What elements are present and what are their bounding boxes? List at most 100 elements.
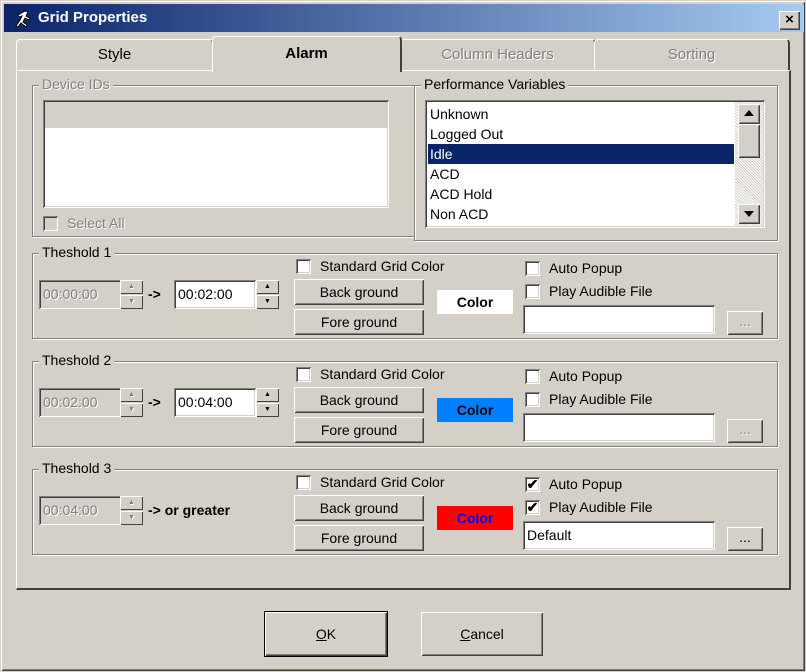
threshold-2-group: Theshold 2 00:02:00 ▲ ▼ -> 00:04:00 ▲ ▼ … bbox=[32, 352, 778, 447]
threshold-1-arrow: -> bbox=[148, 286, 161, 302]
close-icon: × bbox=[785, 11, 794, 28]
threshold-1-play-audible-checkbox[interactable] bbox=[525, 284, 540, 299]
tab-label: Style bbox=[97, 46, 132, 63]
spin-down-icon[interactable]: ▼ bbox=[120, 511, 143, 525]
arrow-down-icon bbox=[744, 211, 754, 217]
threshold-2-arrow: -> bbox=[148, 394, 161, 410]
threshold-1-fore-ground-button[interactable]: Fore ground bbox=[294, 309, 424, 335]
grid-properties-window: Grid Properties × Style Alarm Column Hea… bbox=[0, 0, 806, 672]
threshold-3-audible-file-field[interactable]: Default bbox=[523, 521, 715, 550]
standard-grid-color-label: Standard Grid Color bbox=[320, 366, 445, 382]
threshold-3-from-spinner[interactable]: ▲ ▼ bbox=[120, 496, 143, 525]
ok-accel: O bbox=[315, 626, 327, 642]
play-audible-file-label: Play Audible File bbox=[549, 283, 653, 299]
tab-sorting[interactable]: Sorting bbox=[594, 39, 790, 71]
threshold-2-to-spinner[interactable]: ▲ ▼ bbox=[256, 388, 279, 417]
standard-grid-color-label: Standard Grid Color bbox=[320, 474, 445, 490]
threshold-3-browse-button[interactable]: ... bbox=[727, 527, 763, 551]
play-audible-file-label: Play Audible File bbox=[549, 499, 653, 515]
auto-popup-label: Auto Popup bbox=[549, 476, 623, 492]
performance-variables-list[interactable]: Unknown Logged Out Idle ACD ACD Hold Non… bbox=[425, 100, 765, 228]
close-button[interactable]: × bbox=[779, 11, 800, 30]
running-figure-icon bbox=[15, 10, 31, 28]
standard-grid-color-label: Standard Grid Color bbox=[320, 258, 445, 274]
ok-label-rest: K bbox=[326, 626, 337, 642]
threshold-1-group: Theshold 1 00:00:00 ▲ ▼ -> 00:02:00 ▲ ▼ … bbox=[32, 244, 778, 339]
tab-alarm[interactable]: Alarm bbox=[212, 36, 402, 72]
spin-down-icon[interactable]: ▼ bbox=[256, 295, 279, 309]
scroll-thumb[interactable] bbox=[738, 124, 760, 158]
threshold-1-back-ground-button[interactable]: Back ground bbox=[294, 279, 424, 305]
threshold-1-browse-button[interactable]: ... bbox=[727, 311, 763, 335]
threshold-2-legend: Theshold 2 bbox=[39, 352, 115, 368]
threshold-2-standard-grid-color-checkbox[interactable] bbox=[296, 367, 311, 382]
performance-variables-legend: Performance Variables bbox=[421, 76, 569, 92]
threshold-3-from-field[interactable]: 00:04:00 bbox=[39, 496, 121, 525]
performance-variables-group: Performance Variables Unknown Logged Out… bbox=[414, 76, 778, 241]
title-bar[interactable]: Grid Properties × bbox=[4, 4, 804, 32]
threshold-1-color-swatch: Color bbox=[437, 290, 513, 314]
arrow-up-icon bbox=[744, 110, 754, 116]
threshold-1-to-spinner[interactable]: ▲ ▼ bbox=[256, 280, 279, 309]
threshold-3-auto-popup-checkbox[interactable]: ✔ bbox=[525, 477, 540, 492]
alarm-tab-panel: Device IDs Select All Performance Variab… bbox=[16, 70, 791, 590]
tab-column-headers[interactable]: Column Headers bbox=[400, 39, 596, 71]
window-title: Grid Properties bbox=[38, 9, 148, 26]
spin-down-icon[interactable]: ▼ bbox=[120, 295, 143, 309]
threshold-3-group: Theshold 3 00:04:00 ▲ ▼ -> or greater St… bbox=[32, 460, 778, 555]
cancel-accel: C bbox=[460, 626, 471, 642]
list-item[interactable]: ACD Hold bbox=[428, 184, 734, 204]
spin-up-icon[interactable]: ▲ bbox=[256, 388, 279, 402]
threshold-1-from-spinner[interactable]: ▲ ▼ bbox=[120, 280, 143, 309]
threshold-1-from-field[interactable]: 00:00:00 bbox=[39, 280, 121, 309]
threshold-3-legend: Theshold 3 bbox=[39, 460, 115, 476]
threshold-3-fore-ground-button[interactable]: Fore ground bbox=[294, 525, 424, 551]
threshold-2-fore-ground-button[interactable]: Fore ground bbox=[294, 417, 424, 443]
tab-style[interactable]: Style bbox=[16, 39, 214, 71]
spin-up-icon[interactable]: ▲ bbox=[120, 496, 143, 510]
list-item[interactable]: Non ACD bbox=[428, 204, 734, 224]
tab-label: Sorting bbox=[667, 46, 716, 63]
scrollbar[interactable] bbox=[735, 102, 763, 226]
spin-down-icon[interactable]: ▼ bbox=[256, 403, 279, 417]
threshold-2-from-field[interactable]: 00:02:00 bbox=[39, 388, 121, 417]
device-ids-list-header bbox=[45, 102, 387, 128]
threshold-1-auto-popup-checkbox[interactable] bbox=[525, 261, 540, 276]
threshold-2-color-swatch: Color bbox=[437, 398, 513, 422]
threshold-3-color-swatch: Color bbox=[437, 506, 513, 530]
select-all-checkbox[interactable] bbox=[43, 216, 58, 231]
threshold-1-to-field[interactable]: 00:02:00 bbox=[174, 280, 256, 309]
spin-up-icon[interactable]: ▲ bbox=[256, 280, 279, 294]
play-audible-file-label: Play Audible File bbox=[549, 391, 653, 407]
threshold-2-play-audible-checkbox[interactable] bbox=[525, 392, 540, 407]
threshold-2-from-spinner[interactable]: ▲ ▼ bbox=[120, 388, 143, 417]
threshold-2-audible-file-field[interactable] bbox=[523, 413, 715, 442]
tab-label: Alarm bbox=[285, 45, 328, 62]
auto-popup-label: Auto Popup bbox=[549, 368, 623, 384]
threshold-3-standard-grid-color-checkbox[interactable] bbox=[296, 475, 311, 490]
threshold-1-audible-file-field[interactable] bbox=[523, 305, 715, 334]
threshold-3-back-ground-button[interactable]: Back ground bbox=[294, 495, 424, 521]
spin-up-icon[interactable]: ▲ bbox=[120, 280, 143, 294]
cancel-label-rest: ancel bbox=[470, 626, 504, 642]
list-item-selected[interactable]: Idle bbox=[428, 144, 734, 164]
spin-down-icon[interactable]: ▼ bbox=[120, 403, 143, 417]
threshold-2-to-field[interactable]: 00:04:00 bbox=[174, 388, 256, 417]
list-item[interactable]: Unknown bbox=[428, 104, 734, 124]
device-ids-list bbox=[43, 100, 389, 208]
scroll-up-button[interactable] bbox=[738, 104, 760, 124]
list-item[interactable]: ACD bbox=[428, 164, 734, 184]
threshold-3-play-audible-checkbox[interactable]: ✔ bbox=[525, 500, 540, 515]
cancel-button[interactable]: Cancel bbox=[421, 612, 543, 656]
tab-label: Column Headers bbox=[441, 46, 554, 63]
threshold-3-or-greater: -> or greater bbox=[148, 502, 231, 518]
spin-up-icon[interactable]: ▲ bbox=[120, 388, 143, 402]
threshold-2-browse-button[interactable]: ... bbox=[727, 419, 763, 443]
threshold-1-standard-grid-color-checkbox[interactable] bbox=[296, 259, 311, 274]
ok-button[interactable]: OK bbox=[265, 612, 387, 656]
list-item[interactable]: Logged Out bbox=[428, 124, 734, 144]
scroll-down-button[interactable] bbox=[738, 204, 760, 224]
auto-popup-label: Auto Popup bbox=[549, 260, 623, 276]
threshold-2-back-ground-button[interactable]: Back ground bbox=[294, 387, 424, 413]
threshold-2-auto-popup-checkbox[interactable] bbox=[525, 369, 540, 384]
